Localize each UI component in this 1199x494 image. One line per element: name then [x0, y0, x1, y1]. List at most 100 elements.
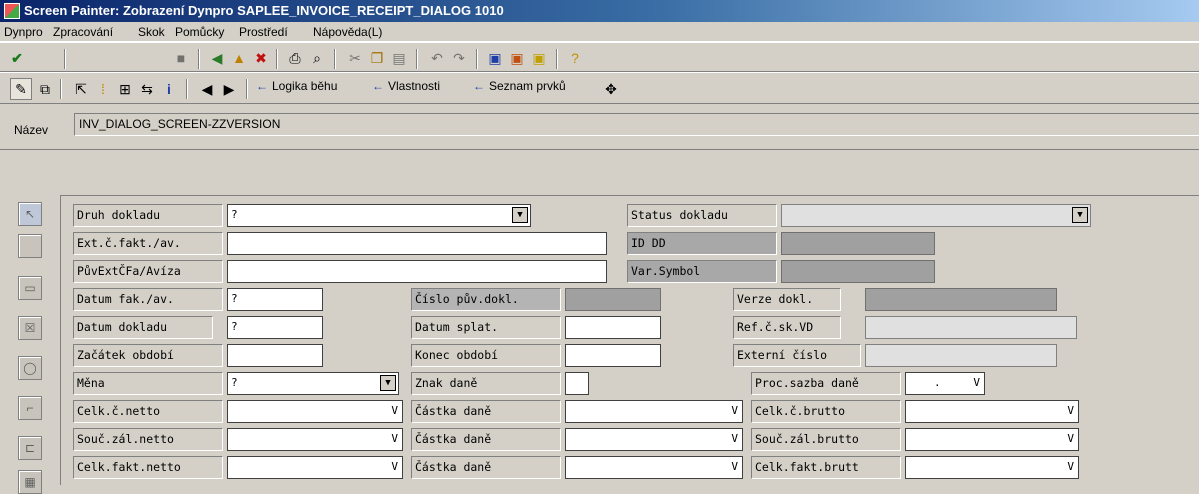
cislo-puv-field[interactable]: [565, 288, 661, 311]
exit-icon[interactable]: ▲: [228, 47, 250, 69]
proc-sazba-field[interactable]: .V: [905, 372, 985, 395]
menu-skok[interactable]: Skok: [138, 25, 165, 39]
ref-c-sk-field[interactable]: [865, 316, 1077, 339]
find-icon[interactable]: ⌕: [306, 47, 328, 69]
souc-zal-brutto-field[interactable]: V: [905, 428, 1079, 451]
back-icon[interactable]: ◀: [206, 47, 228, 69]
toolbar-separator: [246, 79, 248, 99]
status-dokladu-dropdown[interactable]: ▼: [781, 204, 1091, 227]
castka-dane-2-field[interactable]: V: [565, 428, 743, 451]
value-help-icon[interactable]: V: [731, 404, 738, 417]
chevron-down-icon[interactable]: ▼: [380, 375, 396, 391]
print-icon[interactable]: ⎙: [284, 47, 306, 69]
celk-netto-field[interactable]: V: [227, 400, 403, 423]
mena-value: ?: [231, 376, 238, 389]
menu-napoveda[interactable]: Nápověda(L): [313, 25, 382, 39]
datum-splat-field[interactable]: [565, 316, 661, 339]
verze-dokl-label: Verze dokl.: [733, 288, 841, 311]
datum-dokladu-field[interactable]: ?: [227, 316, 323, 339]
where-used-icon[interactable]: ⇱: [70, 78, 92, 100]
info-icon[interactable]: i: [158, 78, 180, 100]
enter-check-icon[interactable]: ✔: [6, 47, 28, 69]
druh-dokladu-label: Druh dokladu: [73, 204, 223, 227]
var-symbol-label: Var.Symbol: [627, 260, 777, 283]
mena-label: Měna: [73, 372, 223, 395]
previous-icon[interactable]: ◀: [196, 78, 218, 100]
value-help-icon[interactable]: V: [1067, 432, 1074, 445]
element-list-label: Seznam prvků: [489, 79, 566, 93]
save-icon[interactable]: ■: [170, 47, 192, 69]
var-symbol-field[interactable]: [781, 260, 935, 283]
cancel-icon[interactable]: ✖: [250, 47, 272, 69]
menu-zpracovani[interactable]: Zpracování: [53, 25, 113, 39]
castka-dane-3-field[interactable]: V: [565, 456, 743, 479]
check-icon[interactable]: ⁞: [92, 78, 114, 100]
menu-pomucky[interactable]: Pomůcky: [175, 25, 224, 39]
move-icon[interactable]: ⇆: [136, 78, 158, 100]
cut-icon[interactable]: ✂: [344, 47, 366, 69]
ext-c-fakt-field[interactable]: [227, 232, 607, 255]
value-help-icon[interactable]: V: [391, 404, 398, 417]
value-help-icon[interactable]: V: [731, 460, 738, 473]
datum-fak-field[interactable]: ?: [227, 288, 323, 311]
chevron-down-icon[interactable]: ▼: [512, 207, 528, 223]
chevron-down-icon[interactable]: ▼: [1072, 207, 1088, 223]
undo-icon[interactable]: ↶: [426, 47, 448, 69]
shortcut-icon[interactable]: ▣: [506, 47, 528, 69]
toolbar-separator: [476, 49, 478, 69]
next-icon[interactable]: ▶: [218, 78, 240, 100]
value-help-icon[interactable]: V: [391, 460, 398, 473]
value-help-icon[interactable]: V: [391, 432, 398, 445]
castka-dane-1-field[interactable]: V: [565, 400, 743, 423]
text-field-tool-icon[interactable]: [18, 234, 42, 258]
display-change-icon[interactable]: ✎: [10, 78, 32, 100]
konec-obdobi-field[interactable]: [565, 344, 661, 367]
druh-dokladu-dropdown[interactable]: ? ▼: [227, 204, 531, 227]
screen-painter-icon: [4, 3, 20, 19]
pointer-tool-icon[interactable]: ↖: [18, 202, 42, 226]
ref-c-sk-label: Ref.č.sk.VD: [733, 316, 841, 339]
layout-editor-icon[interactable]: ✥: [600, 78, 622, 100]
arrow-left-icon: ←: [372, 79, 384, 93]
value-help-icon[interactable]: V: [973, 376, 980, 389]
table-control-tool-icon[interactable]: ▦: [18, 470, 42, 494]
puv-ext-field[interactable]: [227, 260, 607, 283]
toolbar-separator: [186, 79, 188, 99]
celk-fakt-brutt-field[interactable]: V: [905, 456, 1079, 479]
input-field-tool-icon[interactable]: ▭: [18, 276, 42, 300]
redo-icon[interactable]: ↷: [448, 47, 470, 69]
menu-prostredi[interactable]: Prostředí: [239, 25, 288, 39]
element-list-button[interactable]: ← Seznam prvků: [473, 79, 566, 93]
zacatek-obdobi-field[interactable]: [227, 344, 323, 367]
box-tool-icon[interactable]: ⌐: [18, 396, 42, 420]
id-dd-field[interactable]: [781, 232, 935, 255]
dictionary-icon[interactable]: ⊞: [114, 78, 136, 100]
paste-icon[interactable]: ▤: [388, 47, 410, 69]
externi-cislo-field[interactable]: [865, 344, 1057, 367]
layout-icon[interactable]: ▣: [528, 47, 550, 69]
name-label: Název: [14, 123, 49, 137]
mena-dropdown[interactable]: ? ▼: [227, 372, 399, 395]
help-icon[interactable]: ?: [564, 47, 586, 69]
radio-button-tool-icon[interactable]: ◯: [18, 356, 42, 380]
subscreen-tool-icon[interactable]: ⊏: [18, 436, 42, 460]
menu-dynpro[interactable]: Dynpro: [4, 25, 43, 39]
toolbar-separator: [198, 49, 200, 69]
souc-zal-netto-field[interactable]: V: [227, 428, 403, 451]
znak-dane-field[interactable]: [565, 372, 589, 395]
celk-fakt-netto-field[interactable]: V: [227, 456, 403, 479]
flow-logic-button[interactable]: ← Logika běhu: [256, 79, 337, 93]
celk-brutto-field[interactable]: V: [905, 400, 1079, 423]
attributes-button[interactable]: ← Vlastnosti: [372, 79, 440, 93]
other-object-icon[interactable]: ⧉: [34, 78, 56, 100]
castka-dane-2-label: Částka daně: [411, 428, 561, 451]
copy-icon[interactable]: ❐: [366, 47, 388, 69]
name-field[interactable]: INV_DIALOG_SCREEN-ZZVERSION: [74, 113, 1199, 136]
new-session-icon[interactable]: ▣: [484, 47, 506, 69]
value-help-icon[interactable]: V: [1067, 404, 1074, 417]
checkbox-tool-icon[interactable]: ☒: [18, 316, 42, 340]
verze-dokl-field[interactable]: [865, 288, 1057, 311]
value-help-icon[interactable]: V: [731, 432, 738, 445]
arrow-left-icon: ←: [256, 79, 268, 93]
value-help-icon[interactable]: V: [1067, 460, 1074, 473]
